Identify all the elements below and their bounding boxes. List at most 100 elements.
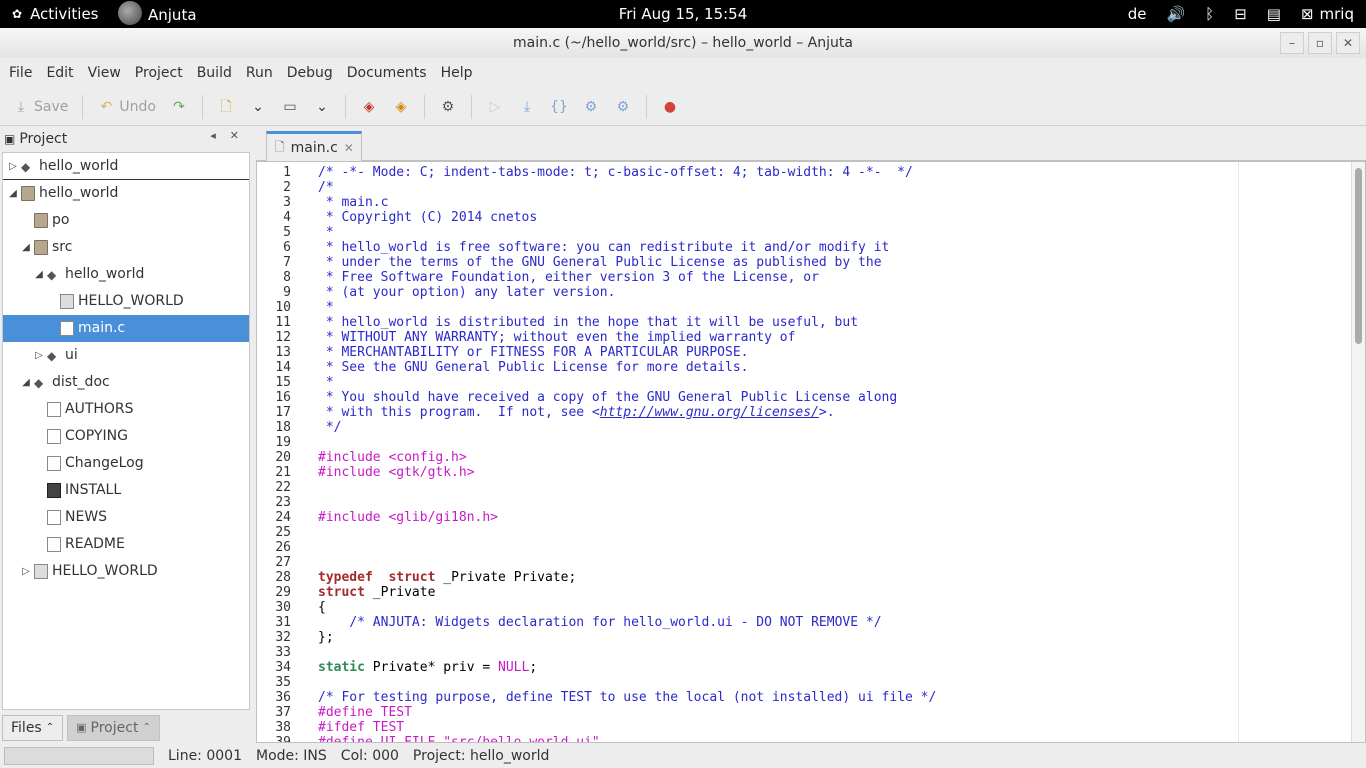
project-tree[interactable]: ▷hello_world◢hello_worldpo◢src◢hello_wor… bbox=[2, 152, 250, 710]
code-line[interactable]: * hello_world is free software: you can … bbox=[318, 240, 890, 255]
expander-collapsed-icon[interactable]: ▷ bbox=[33, 342, 45, 369]
code-line[interactable]: * bbox=[318, 375, 334, 390]
tree-item[interactable]: ▷ HELLO_WORLD bbox=[3, 558, 249, 585]
undo-button[interactable]: ↶ Undo bbox=[93, 95, 160, 119]
build-project-button[interactable]: ⚙ bbox=[435, 95, 461, 119]
bluetooth-icon[interactable]: ᛒ bbox=[1205, 5, 1214, 23]
tab-close-icon[interactable]: ✕ bbox=[344, 141, 354, 155]
menu-debug[interactable]: Debug bbox=[280, 58, 340, 88]
code-line[interactable]: * with this program. If not, see <http:/… bbox=[318, 405, 835, 420]
code-line[interactable]: * under the terms of the GNU General Pub… bbox=[318, 255, 882, 270]
close-button[interactable]: ✕ bbox=[1336, 32, 1360, 54]
continue-button[interactable]: ⚙ bbox=[610, 95, 636, 119]
code-line[interactable]: * Free Software Foundation, either versi… bbox=[318, 270, 819, 285]
code-line[interactable]: * You should have received a copy of the… bbox=[318, 390, 897, 405]
tree-item[interactable]: COPYING bbox=[3, 423, 249, 450]
new-file-button[interactable]: 🗋 bbox=[213, 95, 239, 119]
step-over-button[interactable]: {} bbox=[546, 95, 572, 119]
menu-run[interactable]: Run bbox=[239, 58, 280, 88]
code-line[interactable]: #include <config.h> bbox=[318, 450, 467, 465]
code-line[interactable]: * hello_world is distributed in the hope… bbox=[318, 315, 858, 330]
code-line[interactable]: * bbox=[318, 300, 334, 315]
breakpoint-button[interactable]: ● bbox=[657, 95, 683, 119]
tree-item[interactable]: ChangeLog bbox=[3, 450, 249, 477]
step-in-button[interactable]: ⤓ bbox=[514, 95, 540, 119]
new-file-dropdown[interactable]: ⌄ bbox=[245, 95, 271, 119]
code-line[interactable]: #include <gtk/gtk.h> bbox=[318, 465, 475, 480]
code-line[interactable]: /* For testing purpose, define TEST to u… bbox=[318, 690, 936, 705]
scrollbar-thumb[interactable] bbox=[1355, 168, 1362, 344]
clock[interactable]: Fri Aug 15, 15:54 bbox=[619, 5, 748, 23]
tree-item[interactable]: po bbox=[3, 207, 249, 234]
tree-item[interactable]: ▷ ui bbox=[3, 342, 249, 370]
expander-expanded-icon[interactable]: ◢ bbox=[7, 180, 19, 207]
tree-item[interactable]: ◢ hello_world bbox=[3, 261, 249, 289]
menu-file[interactable]: File bbox=[2, 58, 39, 88]
code-line[interactable]: * Copyright (C) 2014 cnetos bbox=[318, 210, 537, 225]
code-line[interactable]: * main.c bbox=[318, 195, 389, 210]
code-line[interactable]: * bbox=[318, 225, 334, 240]
menu-help[interactable]: Help bbox=[434, 58, 480, 88]
code-line[interactable]: }; bbox=[318, 630, 334, 645]
code-line[interactable]: typedef struct _Private Private; bbox=[318, 570, 576, 585]
editor-tab-main-c[interactable]: 🗋 main.c ✕ bbox=[266, 131, 362, 162]
code-line[interactable]: * WITHOUT ANY WARRANTY; without even the… bbox=[318, 330, 796, 345]
project-tab[interactable]: ▣ Project ⌃ bbox=[67, 715, 160, 741]
editor-vertical-scrollbar[interactable] bbox=[1351, 162, 1365, 742]
pane-splitter[interactable] bbox=[251, 127, 255, 743]
code-line[interactable]: /* bbox=[318, 180, 334, 195]
tree-item[interactable]: README bbox=[3, 531, 249, 558]
tree-item[interactable]: AUTHORS bbox=[3, 396, 249, 423]
code-line[interactable]: * MERCHANTABILITY or FITNESS FOR A PARTI… bbox=[318, 345, 749, 360]
expander-expanded-icon[interactable]: ◢ bbox=[20, 234, 32, 261]
code-line[interactable]: #define TEST bbox=[318, 705, 412, 720]
expander-collapsed-icon[interactable]: ▷ bbox=[7, 153, 19, 180]
menu-edit[interactable]: Edit bbox=[39, 58, 80, 88]
code-line[interactable]: * See the GNU General Public License for… bbox=[318, 360, 749, 375]
clipboard-icon[interactable]: ▤ bbox=[1267, 5, 1281, 23]
expander-expanded-icon[interactable]: ◢ bbox=[20, 369, 32, 396]
code-line[interactable]: struct _Private bbox=[318, 585, 435, 600]
menu-project[interactable]: Project bbox=[128, 58, 190, 88]
build-button[interactable]: ◈ bbox=[388, 95, 414, 119]
menu-view[interactable]: View bbox=[81, 58, 128, 88]
window-titlebar[interactable]: main.c (~/hello_world/src) – hello_world… bbox=[0, 28, 1366, 58]
expander-collapsed-icon[interactable]: ▷ bbox=[20, 558, 32, 585]
panel-dock-button[interactable]: ◂ bbox=[210, 129, 216, 142]
code-line[interactable]: /* -*- Mode: C; indent-tabs-mode: t; c-b… bbox=[318, 165, 913, 180]
tree-item[interactable]: ◢ src bbox=[3, 234, 249, 261]
volume-icon[interactable]: 🔊 bbox=[1166, 5, 1185, 23]
code-line[interactable]: #include <glib/gi18n.h> bbox=[318, 510, 498, 525]
user-menu[interactable]: ⊠ mriq bbox=[1301, 5, 1354, 23]
keyboard-layout-indicator[interactable]: de bbox=[1128, 5, 1147, 23]
code-line[interactable]: #ifdef TEST bbox=[318, 720, 404, 735]
code-line[interactable]: static Private* priv = NULL; bbox=[318, 660, 537, 675]
files-tab[interactable]: Files ⌃ bbox=[2, 715, 64, 741]
menu-documents[interactable]: Documents bbox=[340, 58, 434, 88]
panel-close-button[interactable]: ✕ bbox=[230, 129, 239, 142]
redo-button[interactable]: ↷ bbox=[166, 95, 192, 119]
network-icon[interactable]: ⊟ bbox=[1234, 5, 1247, 23]
code-line[interactable]: { bbox=[318, 600, 326, 615]
tree-item[interactable]: ◢ hello_world bbox=[3, 180, 249, 207]
tree-item[interactable]: ◢ dist_doc bbox=[3, 369, 249, 397]
tree-item[interactable]: main.c bbox=[3, 315, 249, 342]
tree-item[interactable]: ▷ hello_world bbox=[3, 153, 249, 181]
app-menu-button[interactable]: Anjuta bbox=[118, 1, 197, 25]
code-line[interactable]: * (at your option) any later version. bbox=[318, 285, 616, 300]
save-button[interactable]: ⤓ Save bbox=[8, 95, 72, 119]
menu-build[interactable]: Build bbox=[190, 58, 239, 88]
tree-item[interactable]: HELLO_WORLD bbox=[3, 288, 249, 315]
activities-button[interactable]: ✿ Activities bbox=[12, 5, 99, 23]
code-line[interactable]: #define UI_FILE "src/hello_world.ui" bbox=[318, 735, 600, 742]
compile-button[interactable]: ◈ bbox=[356, 95, 382, 119]
expander-expanded-icon[interactable]: ◢ bbox=[33, 261, 45, 288]
maximize-button[interactable]: ▫ bbox=[1308, 32, 1332, 54]
debug-run-button[interactable]: ▷ bbox=[482, 95, 508, 119]
step-out-button[interactable]: ⚙ bbox=[578, 95, 604, 119]
code-editor[interactable]: 1 2 3 4 5 6 7 8 9 10 11 12 13 14 15 16 17 18 19 20 21 22 23 24 2… bbox=[256, 161, 1366, 743]
code-line[interactable]: /* ANJUTA: Widgets declaration for hello… bbox=[318, 615, 881, 630]
open-file-dropdown[interactable]: ⌄ bbox=[309, 95, 335, 119]
tree-item[interactable]: INSTALL bbox=[3, 477, 249, 504]
minimize-button[interactable]: – bbox=[1280, 32, 1304, 54]
